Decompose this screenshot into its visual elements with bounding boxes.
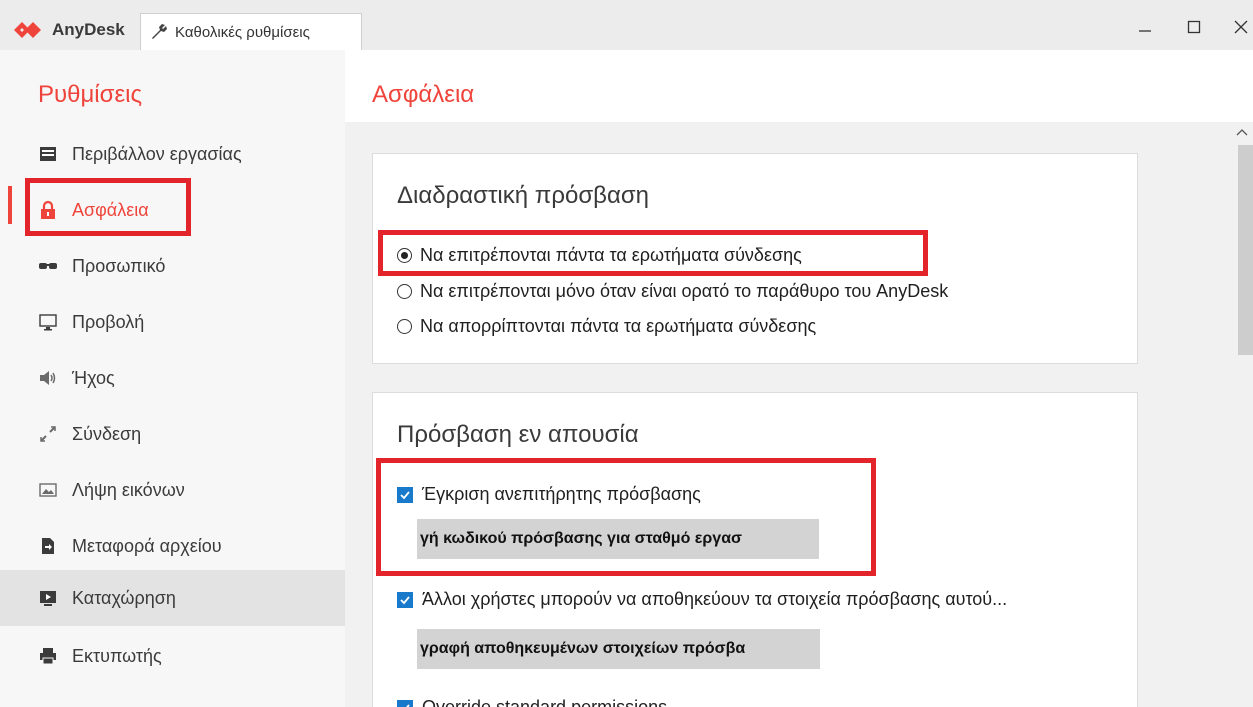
minimize-button[interactable]	[1130, 12, 1160, 42]
card-title: Πρόσβαση εν απουσία	[397, 421, 639, 448]
radio-label: Να επιτρέπονται πάντα τα ερωτήματα σύνδε…	[420, 245, 802, 265]
radio-label: Να επιτρέπονται μόνο όταν είναι ορατό το…	[420, 281, 949, 301]
radio-always-deny[interactable]: Να απορρίπτονται πάντα τα ερωτήματα σύνδ…	[397, 316, 816, 337]
app-name: AnyDesk	[52, 19, 125, 39]
checkbox-enable-unattended[interactable]: Έγκριση ανεπιτήρητης πρόσβασης	[397, 484, 701, 505]
close-icon	[1234, 20, 1248, 34]
sidebar-item-connection[interactable]: Σύνδεση	[0, 406, 345, 462]
checkmark-icon	[400, 595, 410, 604]
sidebar-item-label: Καταχώρηση	[72, 587, 176, 608]
sidebar-item-label: Περιβάλλον εργασίας	[72, 143, 242, 164]
sidebar-item-screenshots[interactable]: Λήψη εικόνων	[0, 462, 345, 518]
title-bar: AnyDesk Καθολικές ρυθμίσεις	[0, 0, 1253, 50]
radio-button-selected[interactable]	[397, 248, 412, 263]
maximize-icon	[1187, 20, 1201, 34]
app-tab[interactable]: AnyDesk	[0, 9, 125, 50]
card-unattended-access: Πρόσβαση εν απουσία Έγκριση ανεπιτήρητης…	[372, 392, 1138, 707]
sidebar-item-personal[interactable]: Προσωπικό	[0, 238, 345, 294]
radio-allow-when-visible[interactable]: Να επιτρέπονται μόνο όταν είναι ορατό το…	[397, 281, 948, 302]
sidebar-item-environment[interactable]: Περιβάλλον εργασίας	[0, 126, 345, 182]
radio-label: Να απορρίπτονται πάντα τα ερωτήματα σύνδ…	[420, 316, 817, 336]
sidebar-item-label: Ήχος	[72, 367, 115, 388]
checkbox-label: Override standard permissions	[422, 697, 668, 707]
sidebar-item-label: Λήψη εικόνων	[72, 479, 185, 500]
checkbox-checked[interactable]	[397, 591, 413, 608]
sidebar-item-label: Προβολή	[72, 311, 145, 332]
sidebar-item-label: Προσωπικό	[72, 255, 166, 276]
card-title: Διαδραστική πρόσβαση	[397, 182, 649, 209]
main-header: Ασφάλεια	[345, 50, 1253, 122]
sidebar-item-display[interactable]: Προβολή	[0, 294, 345, 350]
checkbox-label: Έγκριση ανεπιτήρητης πρόσβασης	[422, 484, 701, 504]
sidebar-item-recording[interactable]: Καταχώρηση	[0, 570, 345, 626]
sidebar-title: Ρυθμίσεις	[38, 81, 143, 108]
card-interactive-access: Διαδραστική πρόσβαση Να επιτρέπονται πάν…	[372, 153, 1138, 364]
scroll-up-icon[interactable]	[1236, 127, 1248, 137]
sidebar-item-security[interactable]: Ασφάλεια	[0, 182, 345, 238]
monitor-lines-icon	[38, 144, 58, 164]
wrench-icon	[152, 24, 167, 39]
clear-saved-credentials-button[interactable]: γραφή αποθηκευμένων στοιχείων πρόσβα	[417, 629, 820, 669]
radio-button[interactable]	[397, 319, 412, 334]
file-transfer-icon	[38, 536, 58, 556]
radio-button[interactable]	[397, 284, 412, 299]
sidebar-item-label: Εκτυπωτής	[72, 645, 162, 666]
sidebar-item-label: Ασφάλεια	[72, 199, 149, 220]
tab-label: Καθολικές ρυθμίσεις	[175, 23, 310, 41]
sidebar-item-label: Μεταφορά αρχείου	[72, 535, 222, 556]
connection-icon	[38, 424, 58, 444]
checkbox-label: Άλλοι χρήστες μπορούν να αποθηκεύουν τα …	[422, 589, 1008, 609]
scroll-thumb[interactable]	[1238, 145, 1253, 355]
sidebar-item-audio[interactable]: Ήχος	[0, 350, 345, 406]
close-button[interactable]	[1226, 12, 1253, 42]
sidebar-item-label: Σύνδεση	[72, 423, 142, 444]
lock-icon	[38, 200, 58, 220]
checkbox-others-save[interactable]: Άλλοι χρήστες μπορούν να αποθηκεύουν τα …	[397, 589, 1007, 610]
tab-global-settings[interactable]: Καθολικές ρυθμίσεις	[140, 13, 362, 50]
speaker-icon	[38, 368, 58, 388]
recording-icon	[38, 588, 58, 608]
checkbox-checked[interactable]	[397, 699, 413, 707]
display-icon	[38, 312, 58, 332]
minimize-icon	[1139, 30, 1151, 32]
sunglasses-icon	[38, 256, 58, 276]
checkmark-icon	[400, 490, 410, 499]
anydesk-logo-icon	[12, 17, 48, 43]
page-title: Ασφάλεια	[372, 81, 475, 108]
checkbox-checked[interactable]	[397, 486, 413, 503]
checkbox-override-permissions[interactable]: Override standard permissions	[397, 697, 667, 707]
radio-always-allow[interactable]: Να επιτρέπονται πάντα τα ερωτήματα σύνδε…	[397, 245, 802, 266]
image-icon	[38, 480, 58, 500]
set-password-button[interactable]: γή κωδικού πρόσβασης για σταθμό εργασ	[417, 519, 819, 559]
checkmark-icon	[401, 703, 410, 707]
printer-icon	[38, 646, 58, 666]
sidebar-item-file-transfer[interactable]: Μεταφορά αρχείου	[0, 518, 345, 574]
maximize-button[interactable]	[1179, 12, 1209, 42]
sidebar-item-printer[interactable]: Εκτυπωτής	[0, 628, 345, 684]
